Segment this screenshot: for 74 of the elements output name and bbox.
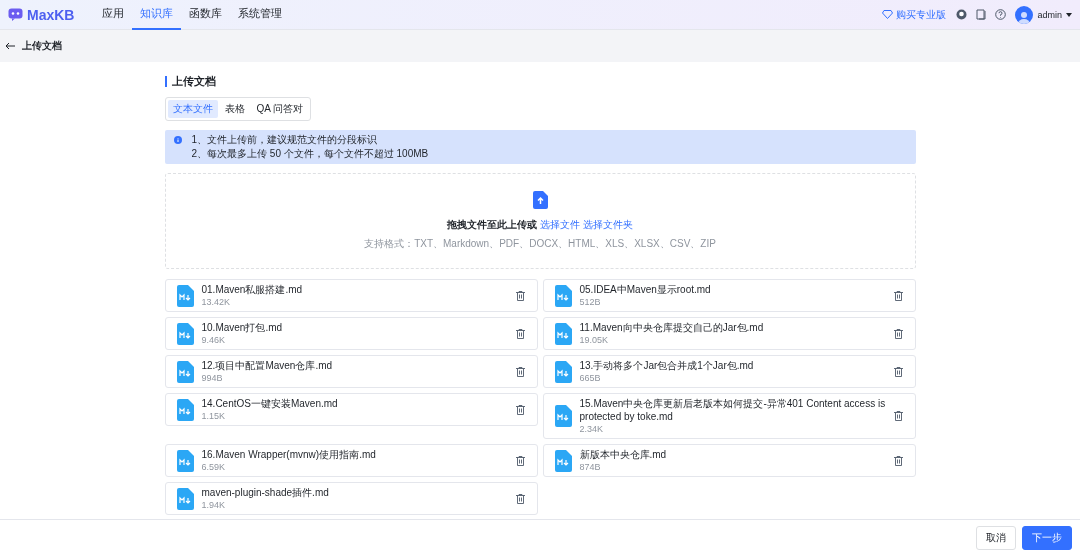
file-name: 16.Maven Wrapper(mvnw)使用指南.md: [201, 448, 377, 461]
markdown-file-icon: [554, 322, 572, 345]
file-size: 665B: [579, 373, 602, 384]
help-icon[interactable]: [995, 9, 1007, 20]
markdown-file-icon: [176, 284, 194, 307]
upload-file-icon: [532, 191, 548, 209]
delete-icon[interactable]: [515, 455, 525, 466]
upload-dropzone[interactable]: 拖拽文件至此上传或 选择文件 选择文件夹 支持格式：TXT、Markdown、PDF、DOCX、HTML、XLS、XLSX、CSV、ZIP: [164, 173, 916, 269]
file-size: 1.15K: [201, 411, 227, 422]
notice-text: 1、文件上传前，建议规范文件的分段标识: [191, 134, 379, 146]
file-size: 512B: [579, 297, 602, 308]
username[interactable]: admin: [1037, 9, 1062, 20]
nav-tab[interactable]: 应用: [94, 0, 133, 30]
file-size: 13.42K: [201, 297, 232, 308]
next-button[interactable]: 下一步: [1022, 525, 1072, 550]
delete-icon[interactable]: [893, 328, 903, 339]
delete-icon[interactable]: [893, 411, 903, 421]
file-name: 11.Maven向中央仓库提交自己的Jar包.md: [579, 321, 765, 334]
markdown-file-icon: [554, 284, 572, 307]
delete-icon[interactable]: [515, 290, 525, 301]
nav-tab[interactable]: 知识库: [132, 0, 182, 30]
file-size: 1.94K: [201, 500, 227, 511]
logo-text: MaxKB: [27, 6, 75, 23]
delete-icon[interactable]: [515, 366, 525, 377]
file-name: 14.CentOS一键安装Maven.md: [201, 397, 339, 410]
type-tab[interactable]: 文本文件: [167, 100, 218, 118]
delete-icon[interactable]: [515, 493, 525, 504]
info-icon: [173, 136, 182, 144]
select-folder-link[interactable]: 选择文件夹: [583, 219, 633, 230]
file-size: 994B: [201, 373, 224, 384]
file-name: 15.Maven中央仓库更新后老版本如何提交-异常401 Content access is protected by toke.md: [579, 397, 886, 423]
format-hint: 支持格式：TXT、Markdown、PDF、DOCX、HTML、XLS、XLSX、CSV、ZIP: [364, 237, 716, 251]
file-name: 12.项目中配置Maven仓库.md: [201, 359, 334, 372]
file-name: maven-plugin-shade插件.md: [201, 486, 330, 499]
nav-tab[interactable]: 系统管理: [230, 0, 291, 30]
markdown-file-icon: [554, 360, 572, 383]
upload-prompt: 拖拽文件至此上传或 选择文件 选择文件夹: [447, 218, 633, 232]
back-icon[interactable]: [5, 42, 15, 50]
caret-icon[interactable]: [1066, 12, 1072, 17]
file-name: 10.Maven打包.md: [201, 321, 284, 334]
markdown-file-icon: [554, 405, 572, 427]
markdown-file-icon: [176, 322, 194, 345]
file-name: 13.手动将多个Jar包合并成1个Jar包.md: [579, 359, 755, 372]
delete-icon[interactable]: [893, 455, 903, 466]
file-name: 05.IDEA中Maven显示root.md: [579, 283, 712, 296]
nav-tab[interactable]: 函数库: [181, 0, 231, 30]
page-title: 上传文档: [22, 39, 62, 53]
delete-icon[interactable]: [515, 404, 525, 415]
upgrade-link[interactable]: 购买专业版: [882, 7, 947, 22]
delete-icon[interactable]: [893, 366, 903, 377]
logo-icon: [8, 8, 23, 21]
file-size: 9.46K: [201, 335, 227, 346]
file-name: 01.Maven私服搭建.md: [201, 283, 304, 296]
markdown-file-icon: [176, 398, 194, 421]
markdown-file-icon: [554, 449, 572, 472]
section-title: 上传文档: [164, 76, 916, 87]
file-name: 新版本中央仓库.md: [579, 448, 668, 461]
avatar-icon[interactable]: [1015, 5, 1034, 24]
delete-icon[interactable]: [515, 328, 525, 339]
type-tab[interactable]: QA 问答对: [251, 100, 309, 118]
book-icon[interactable]: [976, 9, 987, 20]
file-size: 6.59K: [201, 462, 227, 473]
diamond-icon: [882, 10, 894, 19]
file-size: 874B: [579, 462, 602, 473]
markdown-file-icon: [176, 487, 194, 510]
select-file-link[interactable]: 选择文件: [540, 219, 580, 230]
file-size: 19.05K: [579, 335, 610, 346]
cancel-button[interactable]: 取消: [976, 525, 1016, 550]
markdown-file-icon: [176, 449, 194, 472]
type-tab[interactable]: 表格: [219, 100, 250, 118]
delete-icon[interactable]: [893, 290, 903, 301]
markdown-file-icon: [176, 360, 194, 383]
notice-text: 2、每次最多上传 50 个文件，每个文件不超过 100MB: [191, 148, 429, 160]
file-size: 2.34K: [579, 424, 605, 435]
